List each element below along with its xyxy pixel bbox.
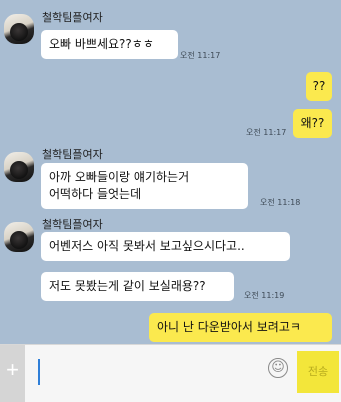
emoji-icon[interactable]: ☺ [268,358,288,378]
input-bar: + ☺ 전송 [0,344,341,402]
avatar[interactable] [4,222,34,252]
message-time: 오전 11:18 [260,198,301,207]
avatar[interactable] [4,152,34,182]
message-time: 오전 11:17 [180,51,221,60]
message-time: 오전 11:17 [246,128,287,137]
plus-icon[interactable]: + [0,345,25,402]
send-button[interactable]: 전송 [297,351,339,393]
message-time: 오전 11:19 [244,291,285,300]
message-bubble-incoming[interactable]: 오빠 바쁘세요??ㅎㅎ [41,30,178,59]
message-bubble-incoming[interactable]: 어벤저스 아직 못봐서 보고싶으시다고.. [41,232,290,261]
message-input[interactable] [30,353,260,395]
text-cursor [38,359,40,385]
message-bubble-incoming[interactable]: 저도 못봤는게 같이 보실래용?? [41,272,234,301]
message-bubble-incoming[interactable]: 아까 오빠들이랑 얘기하는거 어떡하다 들엇는데 [41,163,248,209]
sender-name: 철학팀플여자 [42,11,103,24]
message-bubble-outgoing[interactable]: 아니 난 다운받아서 보려고ㅋ [149,313,332,342]
sender-name: 철학팀플여자 [42,218,103,231]
chat-area: 철학팀플여자 오빠 바쁘세요??ㅎㅎ 오전 11:17 ?? 왜?? 오전 11… [0,0,341,344]
message-bubble-outgoing[interactable]: 왜?? [293,109,332,138]
message-bubble-outgoing[interactable]: ?? [306,72,332,101]
sender-name: 철학팀플여자 [42,148,103,161]
avatar[interactable] [4,14,34,44]
